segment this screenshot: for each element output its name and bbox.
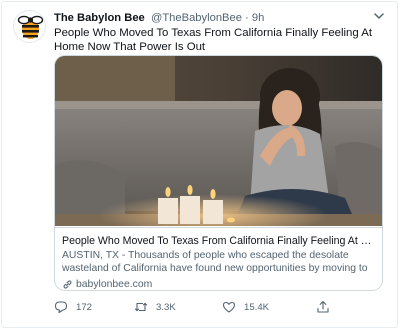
share-button[interactable] (316, 299, 338, 315)
author-handle[interactable]: @TheBabylonBee (148, 12, 242, 24)
card-image (55, 56, 382, 226)
author-name[interactable]: The Babylon Bee (54, 12, 145, 24)
link-icon (63, 280, 72, 289)
tweet-header: The Babylon Bee @TheBabylonBee · 9h (54, 11, 264, 25)
separator: · (241, 12, 252, 24)
tweet-actions: 172 3.3K 15.4K (54, 299, 354, 315)
more-options-button[interactable] (372, 9, 386, 23)
reply-button[interactable]: 172 (54, 299, 92, 315)
author-handle-text: @TheBabylonBee (150, 12, 242, 24)
card-domain-text: babylonbee.com (76, 279, 153, 290)
reply-icon (54, 301, 68, 314)
card-title: People Who Moved To Texas From Californi… (62, 235, 377, 247)
like-button[interactable]: 15.4K (222, 299, 269, 315)
reply-count: 172 (76, 301, 93, 313)
share-icon (317, 301, 329, 313)
timestamp[interactable]: 9h (252, 12, 264, 24)
like-count: 15.4K (244, 301, 270, 313)
card-domain: babylonbee.com (62, 278, 377, 290)
chevron-down-icon (374, 13, 384, 19)
retweet-icon (134, 302, 148, 312)
link-card[interactable]: People Who Moved To Texas From Californi… (54, 55, 383, 291)
retweet-count: 3.3K (156, 301, 176, 313)
retweet-button[interactable]: 3.3K (134, 299, 176, 315)
heart-icon (222, 301, 236, 313)
tweet-text: People Who Moved To Texas From Californi… (54, 27, 373, 53)
card-body: People Who Moved To Texas From Californi… (55, 227, 382, 290)
avatar[interactable] (13, 10, 46, 43)
card-description: AUSTIN, TX - Thousands of people who esc… (62, 250, 368, 274)
